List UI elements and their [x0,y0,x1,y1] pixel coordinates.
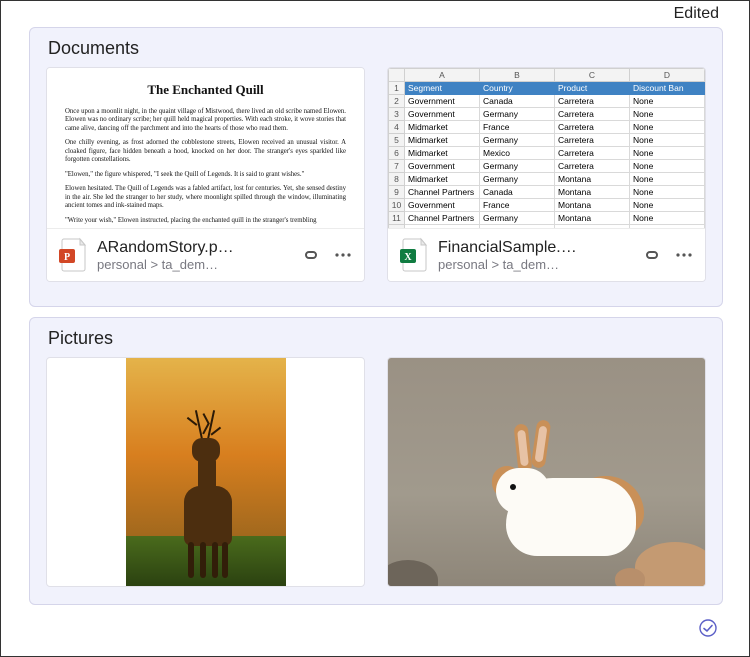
picture-card[interactable] [387,357,706,587]
excel-file-icon: X [398,237,428,273]
documents-section: Documents The Enchanted Quill Once upon … [29,27,723,307]
story-paragraph: "Write your wish," Elowen instructed, pl… [65,217,346,225]
document-filename: ARandomStory.p… [97,239,290,257]
document-card[interactable]: The Enchanted Quill Once upon a moonlit … [46,67,365,282]
rabbit-image [388,358,705,586]
picture-card[interactable] [46,357,365,587]
document-preview: ABCD1SegmentCountryProductDiscount Ban2G… [388,68,705,228]
status-check-icon [699,619,717,642]
story-title: The Enchanted Quill [65,82,346,98]
document-filename: FinancialSample.… [438,239,631,257]
documents-section-title: Documents [48,38,706,59]
copy-link-button[interactable] [300,244,322,266]
story-paragraph: One chilly evening, as frost adorned the… [65,139,346,164]
more-options-button[interactable] [332,244,354,266]
powerpoint-file-icon: P [57,237,87,273]
story-paragraph: Once upon a moonlit night, in the quaint… [65,108,346,133]
document-path: personal > ta_dem… [97,257,290,272]
document-preview: The Enchanted Quill Once upon a moonlit … [47,68,364,228]
copy-link-button[interactable] [641,244,663,266]
document-path: personal > ta_dem… [438,257,631,272]
deer-image [126,358,286,587]
pictures-section-title: Pictures [48,328,706,349]
svg-text:X: X [404,252,412,263]
svg-text:P: P [64,252,70,263]
more-options-button[interactable] [673,244,695,266]
story-paragraph: "Elowen," the figure whispered, "I seek … [65,171,346,179]
pictures-section: Pictures [29,317,723,605]
story-paragraph: Elowen hesitated. The Quill of Legends w… [65,185,346,210]
edited-label: Edited [674,5,719,23]
document-card[interactable]: ABCD1SegmentCountryProductDiscount Ban2G… [387,67,706,282]
